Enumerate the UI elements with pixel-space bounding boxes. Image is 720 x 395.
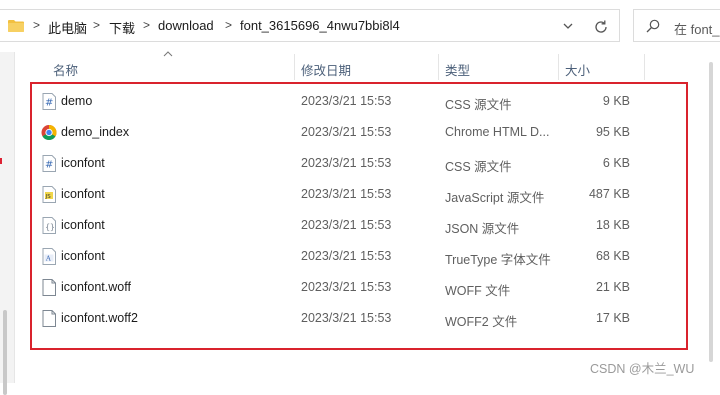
search-icon (646, 19, 660, 33)
breadcrumb-separator: > (225, 18, 233, 32)
column-divider[interactable] (294, 54, 295, 80)
breadcrumb-separator: > (33, 18, 41, 32)
sort-ascending-icon (163, 51, 173, 57)
column-header-name[interactable]: 名称 (53, 60, 78, 79)
breadcrumb-separator: > (143, 18, 151, 32)
breadcrumb-download[interactable]: download (158, 18, 214, 33)
search-box[interactable]: 在 font_3 (633, 9, 720, 42)
breadcrumb-current-folder[interactable]: font_3615696_4nwu7bbi8l4 (240, 18, 400, 33)
column-header-type[interactable]: 类型 (445, 60, 470, 79)
scrollbar-thumb[interactable] (709, 62, 713, 362)
highlight-box (30, 82, 688, 350)
refresh-icon[interactable] (592, 18, 610, 36)
column-header-size[interactable]: 大小 (565, 60, 590, 79)
column-divider[interactable] (438, 54, 439, 80)
breadcrumb-separator: > (93, 18, 101, 32)
folder-icon (8, 20, 24, 32)
column-header-date[interactable]: 修改日期 (301, 60, 351, 79)
column-divider[interactable] (558, 54, 559, 80)
address-bar[interactable]: > 此电脑 > 下载 > download > font_3615696_4nw… (0, 9, 620, 42)
breadcrumb-this-pc[interactable]: 此电脑 (48, 18, 87, 37)
watermark: CSDN @木兰_WU (590, 362, 695, 376)
breadcrumb-downloads[interactable]: 下载 (109, 18, 135, 37)
search-input[interactable]: 在 font_3 (674, 19, 720, 38)
chevron-down-icon[interactable] (560, 18, 576, 34)
column-divider[interactable] (644, 54, 645, 80)
vertical-scrollbar[interactable] (704, 52, 718, 383)
